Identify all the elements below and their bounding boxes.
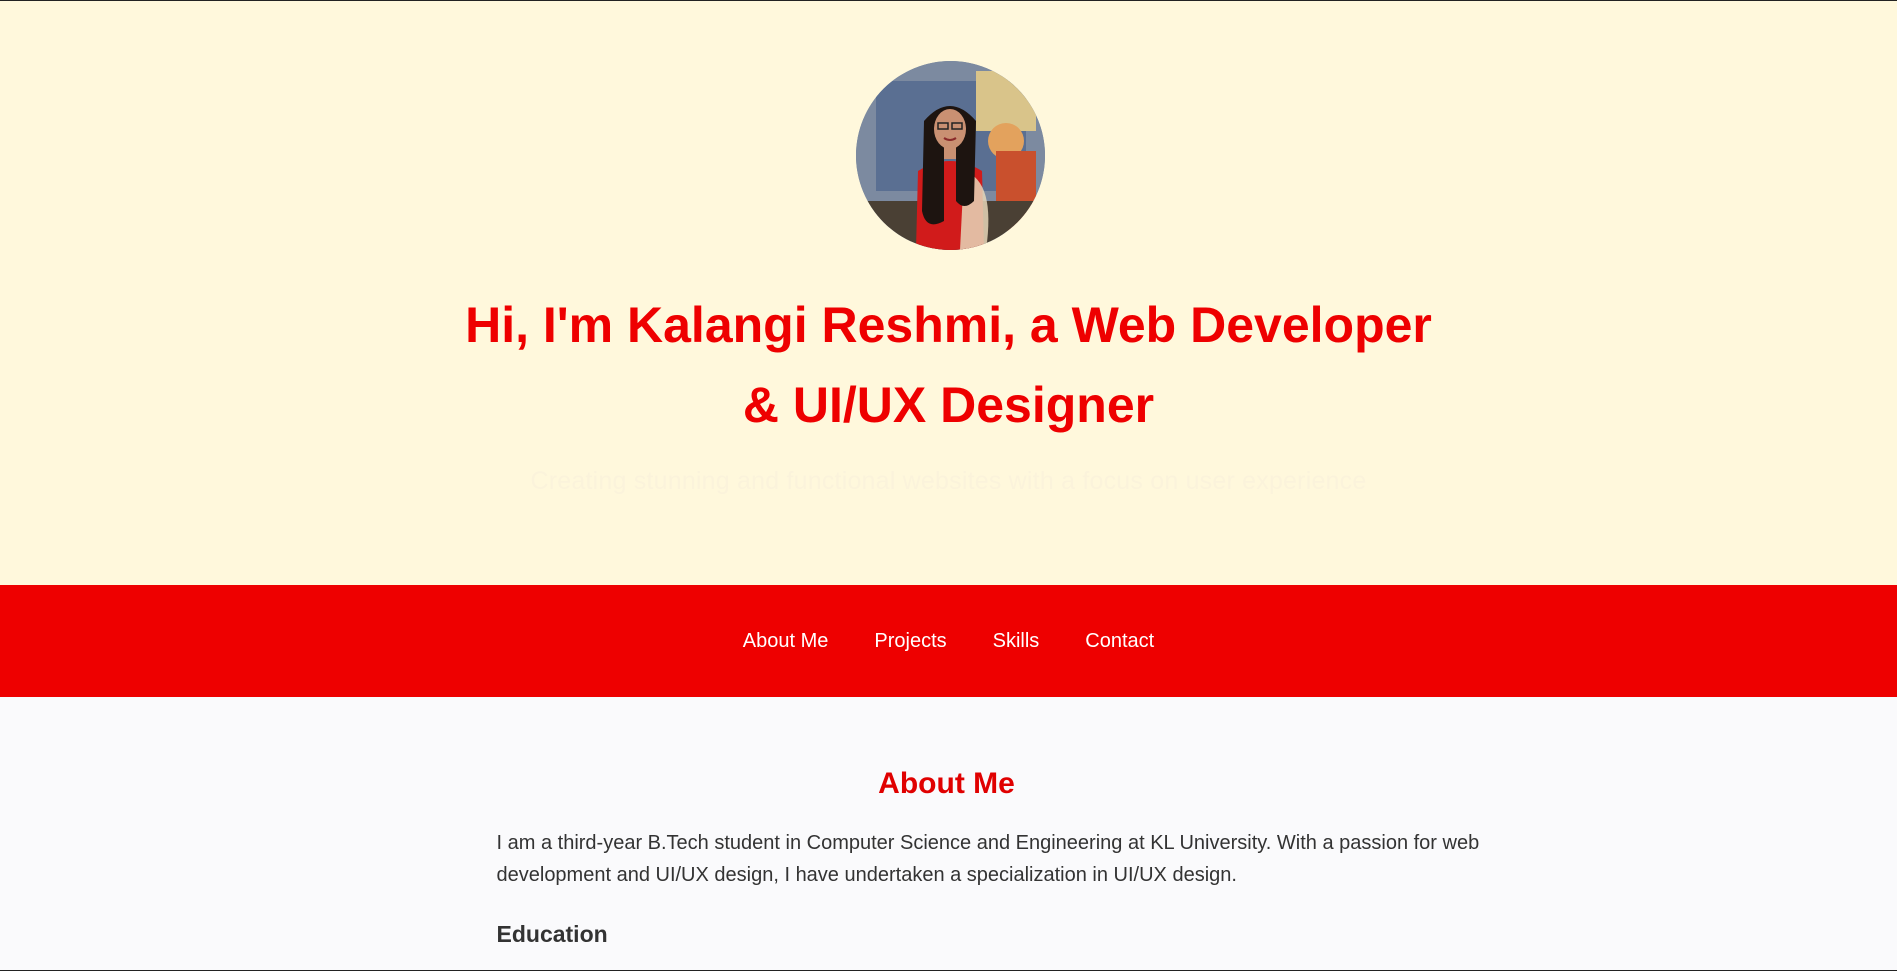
about-section: About Me I am a third-year B.Tech studen… [447, 697, 1480, 948]
nav-link-about-me[interactable]: About Me [743, 630, 829, 653]
profile-photo [856, 61, 1045, 250]
hero-title-line-1: Hi, I'm Kalangi Reshmi, a Web Developer [465, 297, 1432, 353]
about-paragraph: I am a third-year B.Tech student in Comp… [496, 832, 1480, 886]
nav-link-projects[interactable]: Projects [874, 630, 946, 653]
hero-section: Hi, I'm Kalangi Reshmi, a Web Developer … [0, 1, 1897, 585]
main-navigation: About Me Projects Skills Contact [0, 585, 1897, 697]
nav-link-contact[interactable]: Contact [1085, 630, 1154, 653]
nav-link-skills[interactable]: Skills [993, 630, 1040, 653]
about-heading: About Me [878, 767, 1015, 800]
education-heading: Education [496, 921, 608, 947]
profile-photo-illustration [856, 61, 1045, 250]
hero-subtitle: Creating stunning and functional website… [530, 467, 1367, 495]
hero-title: Hi, I'm Kalangi Reshmi, a Web Developer … [0, 285, 1897, 445]
portfolio-page: Hi, I'm Kalangi Reshmi, a Web Developer … [0, 0, 1897, 971]
hero-title-line-2: & UI/UX Designer [742, 377, 1155, 433]
